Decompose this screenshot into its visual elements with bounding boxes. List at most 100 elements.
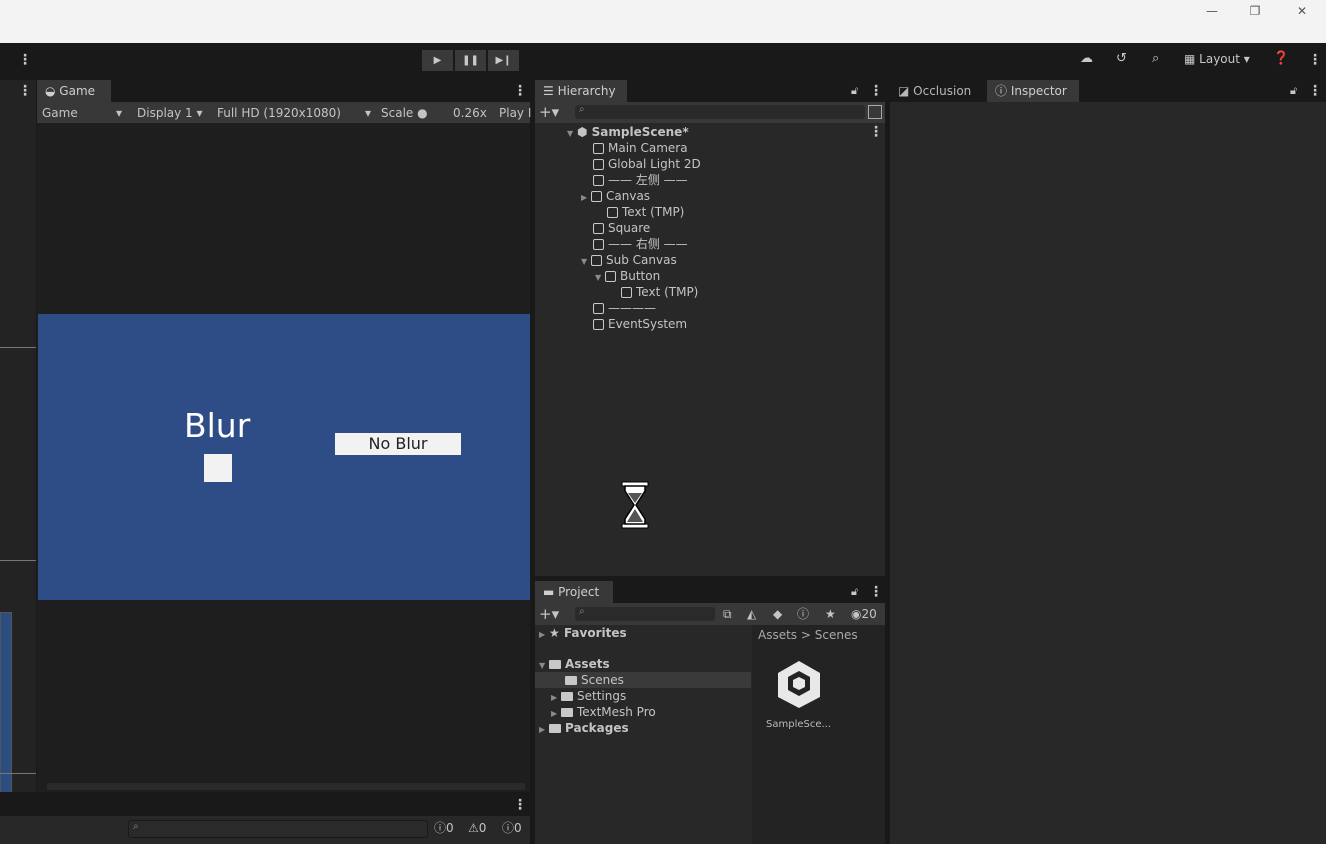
add-asset-button[interactable]: +▾ [539,606,559,622]
packages-folder-item[interactable]: ▶ Packages [539,720,629,736]
project-folder-tree: ▶ ★ Favorites ▼ Assets Scenes ▶ Settings ▶ T… [535,625,751,844]
favorite-star-icon[interactable]: ★ [825,606,836,622]
breadcrumb-scenes[interactable]: Scenes [815,628,858,642]
hierarchy-item[interactable]: —— 左侧 —— [593,172,688,188]
scale-value[interactable]: 0.26x [453,105,487,121]
more-icon[interactable]: ⋮ [18,52,32,68]
toolbar-more-icon[interactable]: ⋮ [1308,52,1322,68]
tab-inspector[interactable]: ⓘ Inspector [987,80,1079,102]
search-icon: ⌕ [579,104,585,115]
hierarchy-more-icon[interactable]: ⋮ [869,83,883,99]
hourglass-cursor-icon [621,481,649,529]
scene-root-item[interactable]: ▼ ⬢ SampleScene* [567,124,689,140]
window-titlebar: — ❐ ✕ [0,0,1326,43]
hierarchy-item[interactable]: ———— [593,300,656,316]
breadcrumb-assets[interactable]: Assets [758,628,797,642]
game-scrollbar[interactable] [47,783,525,790]
tab-game-label: Game [59,84,96,98]
add-button[interactable]: +▾ [539,104,559,120]
hierarchy-item[interactable]: —— 右侧 —— [593,236,688,252]
hierarchy-item[interactable]: Global Light 2D [593,156,701,172]
play-button[interactable]: ▶ [422,50,453,71]
info-icon: ⓘ [995,84,1011,98]
favorites-item[interactable]: ▶ ★ Favorites [539,625,627,641]
search-by-type-icon[interactable]: ⧉ [723,606,732,622]
hierarchy-item[interactable]: ▼ Button [595,268,660,284]
error-icon: ⓘ [502,821,515,835]
layout-dropdown[interactable]: ▦ Layout ▾ [1184,52,1250,66]
resolution-dropdown[interactable]: Full HD (1920x1080) ▾ [217,105,371,121]
hidden-packages-count[interactable]: ◉20 [851,606,877,622]
tab-project[interactable]: ▬ Project [535,581,613,603]
scene-visibility-icon[interactable] [868,105,882,119]
tab-game[interactable]: ◒ Game [37,80,111,102]
scene-more-icon[interactable]: ⋮ [18,83,32,99]
label-icon[interactable]: ◆ [773,606,782,622]
inspector-tabbar: ◪ Occlusion ⓘ Inspector 🔓︎ ⋮ [890,80,1326,102]
scene-more-icon[interactable]: ⋮ [869,124,883,140]
hierarchy-panel: ☰ Hierarchy 🔓︎ ⋮ +▾ ⌕ ▼ ⬢ SampleScene* ⋮ … [535,80,885,576]
game-more-icon[interactable]: ⋮ [513,83,527,99]
project-search-input[interactable]: ⌕ [575,606,715,621]
blur-text: Blur [184,406,251,445]
filter-type-icon[interactable]: ◭ [747,606,756,622]
folder-item[interactable]: ▶ TextMesh Pro [551,704,656,720]
hierarchy-item[interactable]: Main Camera [593,140,688,156]
step-button[interactable]: ▶❙ [488,50,519,71]
assets-folder-item[interactable]: ▼ Assets [539,656,610,672]
hierarchy-item[interactable]: ▼ Sub Canvas [581,252,677,268]
console-search-input[interactable]: ⌕ [128,820,428,838]
cloud-icon[interactable]: ☁ [1080,51,1093,66]
search-icon[interactable]: ⌕ [1152,51,1159,66]
occlusion-icon: ◪ [898,84,914,98]
console-panel: ⋮ ⌕ ⓘ0 ⚠0 ⓘ0 [0,792,530,844]
lock-icon[interactable]: 🔓︎ [1290,84,1297,98]
info-icon: ⓘ [434,821,447,835]
lock-icon[interactable]: 🔓︎ [851,585,858,599]
play-focused-dropdown[interactable]: Play I [499,105,531,121]
display-dropdown[interactable]: Display 1 ▾ [137,105,203,121]
no-blur-button[interactable]: No Blur [335,433,461,455]
console-more-icon[interactable]: ⋮ [513,797,527,813]
hierarchy-search-input[interactable]: ⌕ [575,104,865,119]
gameobject-icon [593,143,604,154]
scene-view-edge: ⋮ [0,80,36,794]
warning-count[interactable]: ⚠0 [468,820,486,836]
project-more-icon[interactable]: ⋮ [869,584,883,600]
maximize-button[interactable]: ❐ [1245,2,1265,20]
error-count[interactable]: ⓘ0 [502,820,522,836]
hierarchy-item[interactable]: Square [593,220,650,236]
minimize-button[interactable]: — [1202,2,1222,20]
hierarchy-item[interactable]: EventSystem [593,316,687,332]
playmode-controls: ▶ ❚❚ ▶❙ [422,50,521,71]
folder-item[interactable]: ▶ Settings [551,688,626,704]
close-button[interactable]: ✕ [1292,2,1312,20]
tab-project-label: Project [558,585,600,599]
hierarchy-item[interactable]: ▶ Canvas [581,188,650,204]
tab-hierarchy[interactable]: ☰ Hierarchy [535,80,627,102]
project-tabbar: ▬ Project 🔓︎ ⋮ [535,581,885,603]
project-panel: ▬ Project 🔓︎ ⋮ +▾ ⌕ ⧉ ◭ ◆ ⓘ ★ ◉20 ▶ ★ Fav… [535,581,885,844]
tab-inspector-label: Inspector [1010,84,1067,98]
history-icon[interactable]: ↺ [1116,51,1127,66]
star-icon: ★ [549,626,564,640]
divider [0,347,36,348]
inspector-more-icon[interactable]: ⋮ [1308,83,1322,99]
hierarchy-item[interactable]: Text (TMP) [607,204,684,220]
gameobject-icon [591,191,602,202]
info-icon[interactable]: ⓘ [797,606,809,622]
folder-item[interactable]: Scenes [565,672,624,688]
help-icon[interactable]: ❓ [1273,51,1289,66]
warning-icon: ⚠ [468,821,479,835]
game-view-top [37,123,530,313]
tab-occlusion[interactable]: ◪ Occlusion [890,80,982,102]
gameobject-icon [591,255,602,266]
hierarchy-item[interactable]: Text (TMP) [621,284,698,300]
gameobject-icon [607,207,618,218]
unity-scene-icon[interactable] [774,659,824,709]
game-mode-dropdown[interactable]: Game ▾ [42,105,122,121]
info-count[interactable]: ⓘ0 [434,820,454,836]
lock-icon[interactable]: 🔓︎ [851,84,858,98]
pause-button[interactable]: ❚❚ [455,50,486,71]
gamepad-icon: ◒ [45,84,60,98]
